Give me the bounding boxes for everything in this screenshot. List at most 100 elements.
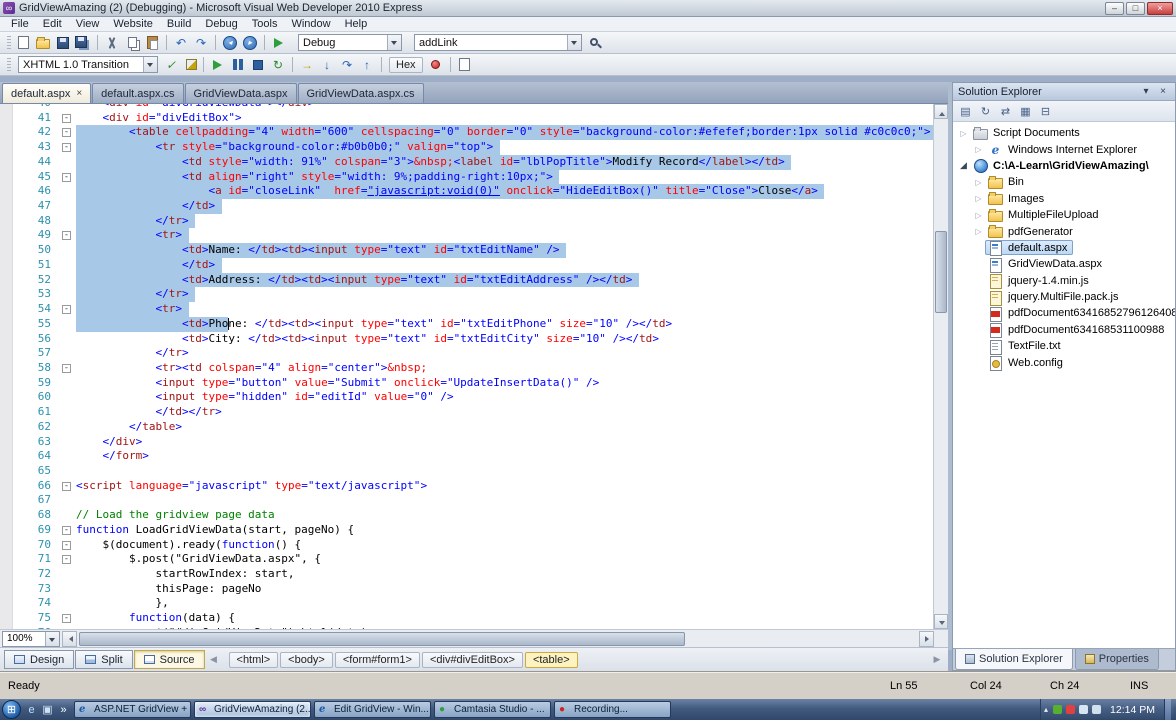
copy-website-icon[interactable]: ⇄ — [997, 103, 1014, 120]
menu-website[interactable]: Website — [106, 18, 160, 30]
breadcrumb-back-icon[interactable]: ◀ — [207, 654, 221, 665]
tree-item[interactable]: ▷ Script Documents — [953, 125, 1175, 141]
code-line-71[interactable]: 71 - $.post("GridViewData.aspx", { — [0, 552, 933, 567]
panel-tab-solution-explorer[interactable]: Solution Explorer — [955, 649, 1073, 670]
find-in-files-icon[interactable] — [586, 34, 604, 52]
recording-tray-icon[interactable] — [1066, 705, 1076, 714]
menu-tools[interactable]: Tools — [245, 18, 285, 30]
taskbar-button[interactable]: e Edit GridView - Win... — [314, 701, 431, 718]
fold-collapse-icon[interactable]: - — [62, 525, 71, 535]
volume-tray-icon[interactable] — [1079, 705, 1089, 714]
breadcrumb-item[interactable]: <div#divEditBox> — [421, 651, 523, 668]
break-all-icon[interactable] — [229, 56, 247, 74]
tree-item[interactable]: pdfDocument634168531100988 — [953, 322, 1175, 339]
scroll-down-icon[interactable] — [934, 614, 948, 629]
menu-file[interactable]: File — [4, 18, 36, 30]
breadcrumb-forward-icon[interactable]: ▶ — [930, 654, 944, 665]
copy-icon[interactable] — [123, 34, 141, 52]
tree-collapsed-icon[interactable]: ▷ — [972, 211, 985, 220]
code-line-44[interactable]: 44 <td style="width: 91%" colspan="3">&n… — [0, 154, 933, 170]
close-button[interactable]: × — [1147, 1, 1173, 15]
titlebar[interactable]: ∞ GridViewAmazing (2) (Debugging) - Micr… — [0, 0, 1176, 17]
save-icon[interactable] — [54, 34, 72, 52]
breadcrumb-item[interactable]: <body> — [280, 651, 333, 668]
tree-item[interactable]: Web.config — [953, 354, 1175, 372]
cut-icon[interactable] — [103, 34, 121, 52]
navigate-forward-icon[interactable] — [241, 34, 259, 52]
tree-collapsed-icon[interactable]: ▷ — [972, 145, 985, 154]
show-desktop-icon[interactable]: ▣ — [40, 702, 55, 718]
fold-collapse-icon[interactable]: - — [62, 540, 71, 550]
format-selection-icon[interactable] — [182, 56, 200, 74]
step-out-icon[interactable]: ↑ — [358, 56, 376, 74]
code-line-51[interactable]: 51 </td> — [0, 257, 933, 273]
code-line-58[interactable]: 58 - <tr><td colspan="4" align="center">&… — [0, 361, 933, 376]
code-line-72[interactable]: 72 startRowIndex: start, — [0, 567, 933, 582]
scroll-left-icon[interactable] — [62, 630, 77, 647]
toolbar-grip[interactable] — [7, 35, 11, 50]
tree-collapsed-icon[interactable]: ▷ — [972, 194, 985, 203]
code-line-50[interactable]: 50 <td>Name: </td><td><input type="text"… — [0, 243, 933, 258]
code-line-60[interactable]: 60 <input type="hidden" id="editId" valu… — [0, 390, 933, 405]
tree-collapsed-icon[interactable]: ▷ — [957, 129, 970, 138]
aspnet-configuration-icon[interactable]: ▦ — [1017, 103, 1034, 120]
fold-collapse-icon[interactable]: - — [62, 363, 71, 373]
code-line-45[interactable]: 45 - <td align="right" style="width: 9%;p… — [0, 169, 933, 185]
code-line-68[interactable]: 68 // Load the gridview page data — [0, 508, 933, 523]
taskbar-button[interactable]: e ASP.NET GridView + ... — [74, 701, 191, 718]
tray-chevron-icon[interactable]: ▴ — [1044, 705, 1048, 714]
chevron-down-icon[interactable] — [567, 35, 581, 50]
taskbar-button[interactable]: ∞ GridViewAmazing (2... — [194, 701, 311, 718]
breadcrumb-item[interactable]: <form#form1> — [334, 651, 420, 668]
refresh-icon[interactable]: ↻ — [977, 103, 994, 120]
open-file-icon[interactable] — [34, 34, 52, 52]
fold-collapse-icon[interactable]: - — [62, 172, 71, 182]
tree-item[interactable]: jquery-1.4.min.js — [953, 273, 1175, 290]
code-line-46[interactable]: 46 <a id="closeLink" href="javascript:vo… — [0, 184, 933, 200]
network-tray-icon[interactable] — [1092, 705, 1102, 714]
fold-collapse-icon[interactable]: - — [62, 143, 71, 153]
code-line-56[interactable]: 56 <td>City: </td><td><input type="text"… — [0, 332, 933, 347]
code-line-63[interactable]: 63 </div> — [0, 435, 933, 450]
properties-icon[interactable]: ▤ — [957, 103, 974, 120]
menu-window[interactable]: Window — [284, 18, 337, 30]
horizontal-scrollbar[interactable] — [77, 631, 919, 647]
code-line-62[interactable]: 62 </table> — [0, 420, 933, 435]
document-tab[interactable]: default.aspx.cs — [92, 83, 184, 103]
step-into-icon[interactable]: ↓ — [318, 56, 336, 74]
continue-icon[interactable] — [209, 56, 227, 74]
menu-help[interactable]: Help — [338, 18, 375, 30]
view-button-source[interactable]: Source — [133, 650, 205, 669]
tree-collapsed-icon[interactable]: ▷ — [972, 178, 985, 187]
chevron-down-icon[interactable] — [45, 631, 59, 646]
menu-build[interactable]: Build — [160, 18, 198, 30]
code-line-74[interactable]: 74 }, — [0, 596, 933, 611]
tree-item[interactable]: GridViewData.aspx — [953, 256, 1175, 273]
code-line-42[interactable]: 42 - <table cellpadding="4" width="600" c… — [0, 125, 937, 141]
undo-icon[interactable]: ↶ — [172, 34, 190, 52]
launch-internet-explorer-icon[interactable]: e — [24, 702, 39, 718]
nest-related-files-icon[interactable]: ⊟ — [1037, 103, 1054, 120]
code-line-53[interactable]: 53 </tr> — [0, 287, 933, 303]
code-line-70[interactable]: 70 - $(document).ready(function() { — [0, 538, 933, 553]
quick-launch-overflow-icon[interactable]: » — [56, 702, 71, 718]
step-over-icon[interactable]: ↷ — [338, 56, 356, 74]
code-line-43[interactable]: 43 - <tr style="background-color:#b0b0b0;… — [0, 140, 933, 155]
tree-collapsed-icon[interactable]: ▷ — [972, 227, 985, 236]
maximize-button[interactable]: □ — [1126, 1, 1145, 15]
tree-item[interactable]: jquery.MultiFile.pack.js — [953, 289, 1175, 306]
close-icon[interactable]: × — [1156, 85, 1170, 98]
code-line-61[interactable]: 61 </td></tr> — [0, 405, 933, 420]
tree-item[interactable]: ▷ MultipleFileUpload — [953, 207, 1175, 223]
fold-collapse-icon[interactable]: - — [62, 113, 71, 123]
show-next-statement-icon[interactable]: → — [298, 56, 316, 74]
breakpoints-window-icon[interactable] — [427, 56, 445, 74]
code-line-52[interactable]: 52 <td>Address: </td><td><input type="te… — [0, 272, 933, 288]
breadcrumb-item[interactable]: <html> — [228, 651, 279, 668]
fold-collapse-icon[interactable]: - — [62, 555, 71, 565]
solution-configurations-dropdown[interactable]: Debug — [298, 34, 402, 51]
tree-item[interactable]: TextFile.txt — [953, 338, 1175, 355]
hex-toggle-button[interactable]: Hex — [389, 56, 423, 73]
toolbar-grip[interactable] — [7, 57, 11, 72]
tree-item[interactable]: default.aspx — [953, 240, 1175, 257]
